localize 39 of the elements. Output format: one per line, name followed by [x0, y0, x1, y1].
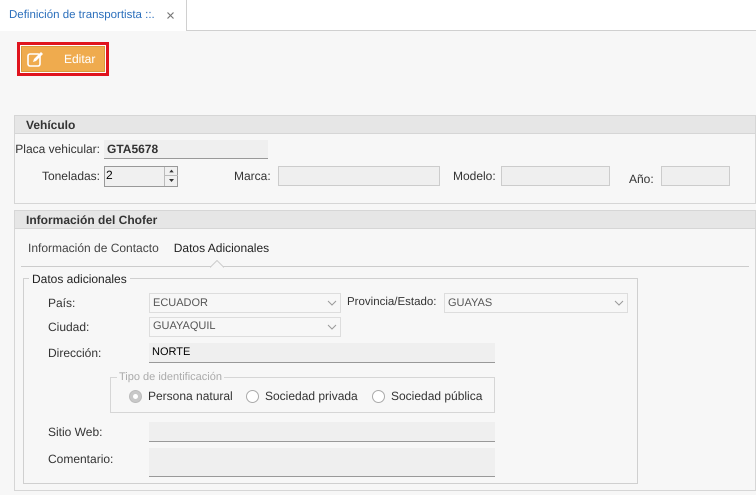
field-label: Toneladas:: [40, 168, 101, 185]
field-label: Año:: [629, 171, 655, 188]
field-label: Dirección:: [47, 345, 102, 362]
tab[interactable]: Información de Contacto: [28, 239, 159, 267]
field-label: País:: [47, 295, 76, 312]
radio-icon: [129, 390, 142, 402]
group-title: Tipo de identificación: [117, 369, 224, 386]
chevron-down-icon: [327, 300, 337, 306]
radio-option[interactable]: Persona natural: [129, 387, 246, 405]
input-field[interactable]: [149, 448, 495, 477]
radio-icon: [372, 390, 385, 402]
radio-option[interactable]: Sociedad pública: [372, 387, 492, 405]
radio-option[interactable]: Sociedad privada: [246, 387, 372, 405]
field-label: Modelo:: [453, 168, 497, 185]
dropdown[interactable]: GUAYAQUIL: [149, 316, 341, 336]
input-field[interactable]: NORTE: [149, 343, 495, 363]
field-label: Placa vehicular:: [15, 141, 101, 158]
radio-icon: [246, 390, 259, 402]
field-label: Ciudad:: [47, 318, 90, 336]
input-field[interactable]: [149, 422, 495, 442]
input-field[interactable]: [501, 166, 610, 186]
close-icon[interactable]: [166, 12, 174, 19]
field-label: Comentario:: [47, 451, 114, 468]
dropdown[interactable]: GUAYAS: [444, 293, 628, 313]
input-field[interactable]: GTA5678: [104, 140, 268, 158]
input-field[interactable]: [278, 166, 440, 186]
field-label: Provincia/Estado:: [347, 295, 438, 310]
field-label: Sitio Web:: [47, 424, 104, 440]
input-field[interactable]: [661, 166, 730, 186]
chevron-down-icon: [614, 300, 624, 306]
document-tab[interactable]: Definición de transportista ::.: [0, 0, 187, 31]
panel-title: Vehículo: [15, 116, 755, 134]
chevron-down-icon: [327, 324, 337, 330]
panel-title: Información del Chofer: [15, 211, 755, 229]
field-label: Marca:: [234, 168, 272, 185]
dropdown[interactable]: ECUADOR: [149, 293, 341, 313]
number-spinner[interactable]: 2: [104, 166, 178, 186]
tab[interactable]: Datos Adicionales: [174, 239, 270, 267]
edit-icon: [27, 50, 44, 68]
